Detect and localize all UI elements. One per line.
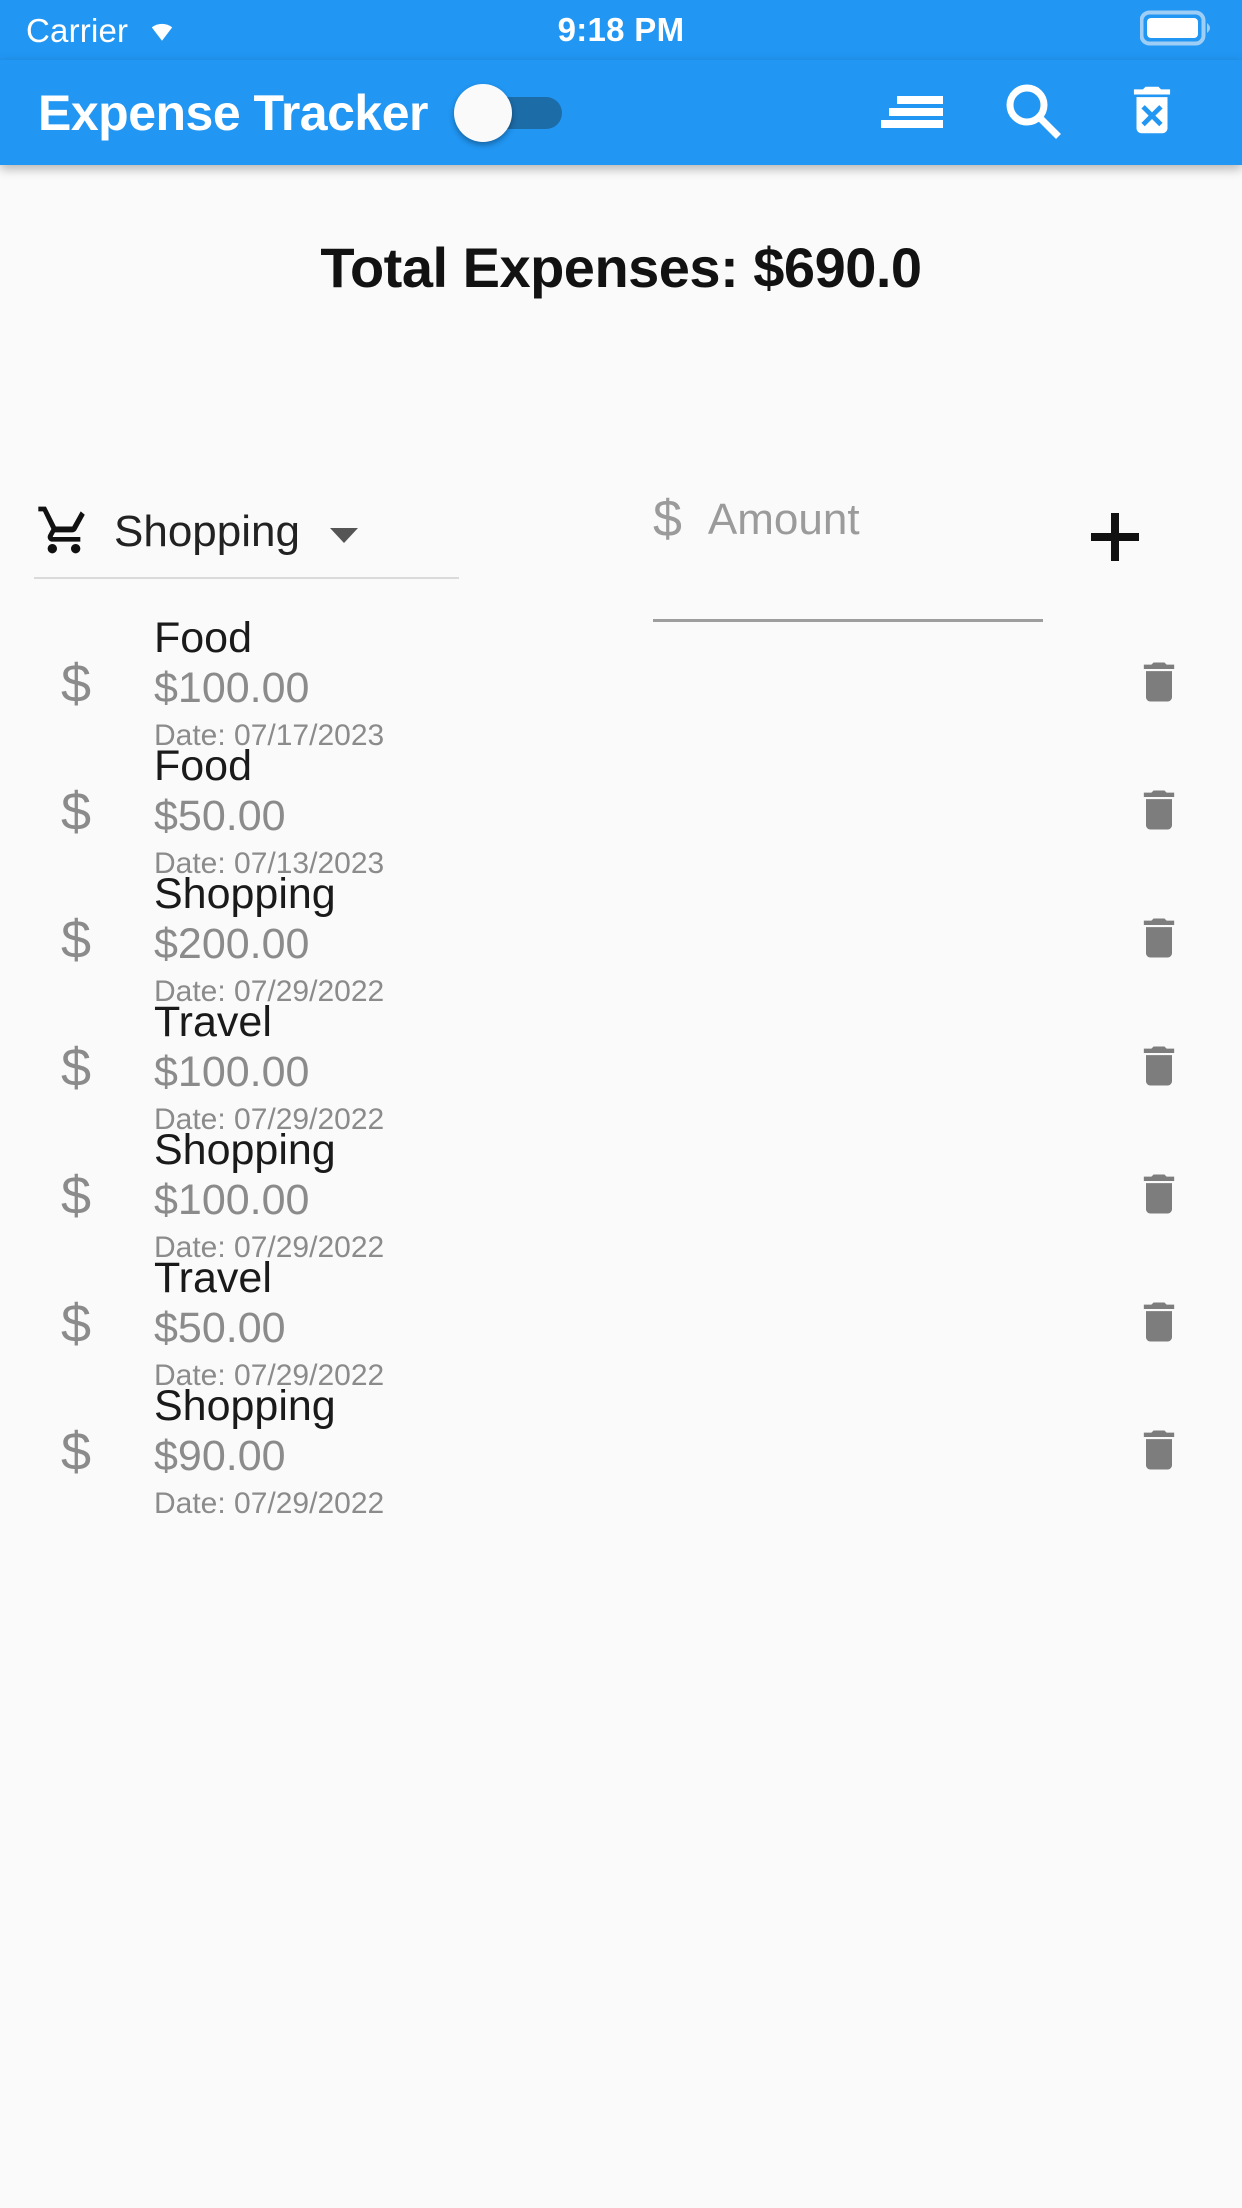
expense-title: Shopping (154, 1382, 336, 1431)
table-row[interactable]: $ Travel $50.00 Date: 07/29/2022 (0, 1254, 1242, 1392)
expense-row-text: Shopping $200.00 Date: 07/29/2022 (154, 870, 1114, 1010)
expense-amount: $90.00 (154, 1432, 286, 1481)
trash-icon (1133, 653, 1185, 716)
expense-list: $ Food $100.00 Date: 07/17/2023 $ Food $… (0, 614, 1242, 1520)
dollar-icon: $ (60, 1294, 92, 1354)
expense-row-text: Shopping $90.00 Date: 07/29/2022 (154, 1382, 1114, 1522)
page-title: Expense Tracker (38, 84, 429, 141)
expense-title: Travel (154, 998, 272, 1047)
battery-full-icon (1139, 10, 1216, 51)
app-bar-actions (852, 60, 1212, 165)
table-row[interactable]: $ Travel $100.00 Date: 07/29/2022 (0, 998, 1242, 1136)
status-bar: Carrier 9:18 PM (0, 0, 1242, 60)
trash-icon (1133, 781, 1185, 844)
category-selected-value: Shopping (114, 507, 300, 556)
status-bar-time: 9:18 PM (557, 11, 685, 48)
expense-entry-row: Shopping $ Amount (0, 455, 1242, 622)
dollar-icon: $ (60, 1422, 92, 1482)
dollar-icon: $ (653, 490, 682, 548)
amount-input[interactable]: $ Amount (653, 487, 1043, 622)
trash-icon (1133, 1293, 1185, 1356)
chevron-down-icon (329, 527, 358, 543)
expense-amount: $50.00 (154, 1304, 286, 1353)
app-bar: Expense Tracker (0, 60, 1242, 165)
delete-expense-button[interactable] (1114, 781, 1204, 844)
search-icon (1001, 79, 1063, 146)
expense-row-text: Travel $100.00 Date: 07/29/2022 (154, 998, 1114, 1138)
trash-icon (1133, 909, 1185, 972)
app-screen: Carrier 9:18 PM Expense Tracker Total Ex… (0, 0, 1242, 2208)
table-row[interactable]: $ Shopping $200.00 Date: 07/29/2022 (0, 870, 1242, 1008)
expense-row-text: Food $50.00 Date: 07/13/2023 (154, 742, 1114, 882)
expense-title: Travel (154, 1254, 272, 1303)
wifi-icon (142, 13, 182, 48)
trash-icon (1133, 1037, 1185, 1100)
expense-lead-icon-wrap: $ (40, 1297, 112, 1351)
expense-amount: $100.00 (154, 1048, 310, 1097)
status-bar-left: Carrier (26, 13, 182, 48)
expense-title: Shopping (154, 870, 336, 919)
main-content: Total Expenses: $690.0 Shopping $ Amount (0, 165, 1242, 2208)
delete-expense-button[interactable] (1114, 653, 1204, 716)
search-button[interactable] (972, 60, 1092, 165)
amount-input-placeholder: Amount (707, 495, 860, 544)
category-dropdown[interactable]: Shopping (34, 487, 459, 579)
expense-title: Food (154, 614, 253, 663)
table-row[interactable]: $ Food $100.00 Date: 07/17/2023 (0, 614, 1242, 752)
expense-title: Food (154, 742, 253, 791)
table-row[interactable]: $ Shopping $100.00 Date: 07/29/2022 (0, 1126, 1242, 1264)
expense-lead-icon-wrap: $ (40, 1169, 112, 1223)
expense-row-text: Travel $50.00 Date: 07/29/2022 (154, 1254, 1114, 1394)
table-row[interactable]: $ Food $50.00 Date: 07/13/2023 (0, 742, 1242, 880)
delete-expense-button[interactable] (1114, 1165, 1204, 1228)
expense-lead-icon-wrap: $ (40, 1041, 112, 1095)
trash-icon (1133, 1421, 1185, 1484)
expense-amount: $100.00 (154, 1176, 310, 1225)
expense-amount: $50.00 (154, 792, 286, 841)
expense-row-text: Shopping $100.00 Date: 07/29/2022 (154, 1126, 1114, 1266)
expense-lead-icon-wrap: $ (40, 657, 112, 711)
dollar-icon: $ (60, 782, 92, 842)
expense-amount: $200.00 (154, 920, 310, 969)
dollar-icon: $ (60, 654, 92, 714)
add-expense-button[interactable] (1060, 499, 1170, 579)
expense-date: Date: 07/29/2022 (154, 1486, 385, 1520)
shopping-cart-icon (34, 502, 94, 563)
sort-icon (881, 87, 943, 138)
delete-expense-button[interactable] (1114, 1293, 1204, 1356)
delete-expense-button[interactable] (1114, 909, 1204, 972)
delete-forever-icon (1121, 79, 1183, 146)
expense-amount: $100.00 (154, 664, 310, 713)
expense-lead-icon-wrap: $ (40, 785, 112, 839)
dollar-icon: $ (60, 910, 92, 970)
status-bar-right (1139, 10, 1216, 51)
theme-toggle[interactable] (454, 83, 564, 142)
plus-icon (1086, 508, 1144, 571)
delete-expense-button[interactable] (1114, 1037, 1204, 1100)
expense-lead-icon-wrap: $ (40, 913, 112, 967)
trash-icon (1133, 1165, 1185, 1228)
dollar-icon: $ (60, 1038, 92, 1098)
delete-all-button[interactable] (1092, 60, 1212, 165)
expense-row-text: Food $100.00 Date: 07/17/2023 (154, 614, 1114, 754)
table-row[interactable]: $ Shopping $90.00 Date: 07/29/2022 (0, 1382, 1242, 1520)
carrier-label: Carrier (26, 11, 129, 49)
theme-toggle-thumb (454, 83, 512, 142)
delete-expense-button[interactable] (1114, 1421, 1204, 1484)
dollar-icon: $ (60, 1166, 92, 1226)
expense-lead-icon-wrap: $ (40, 1425, 112, 1479)
expense-title: Shopping (154, 1126, 336, 1175)
total-expenses-label: Total Expenses: $690.0 (320, 236, 922, 299)
sort-button[interactable] (852, 60, 972, 165)
